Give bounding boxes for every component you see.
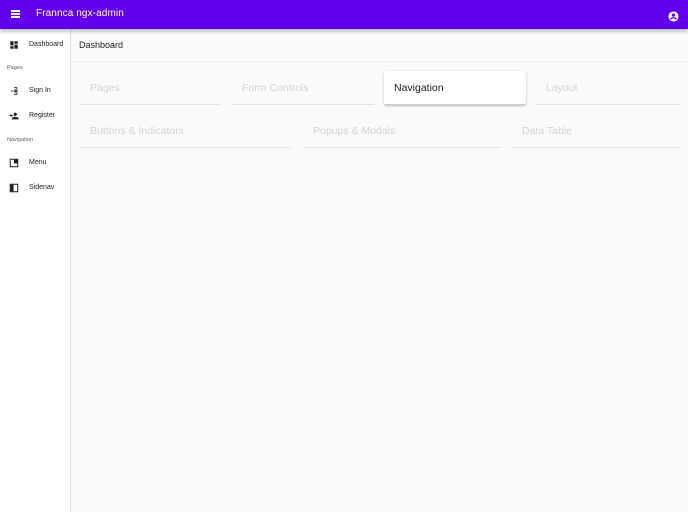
card-label: Buttons & Indicators — [90, 125, 184, 137]
card-label: Layout — [546, 82, 578, 94]
sidebar-item-label: Sidenav — [29, 184, 55, 191]
card-pages[interactable]: Pages — [80, 71, 221, 105]
sidenav-icon — [9, 183, 19, 193]
sidebar-item-dashboard[interactable]: Dashboard — [0, 35, 70, 55]
sidebar-item-sign-in[interactable]: Sign In — [0, 81, 70, 101]
page-title: Dashboard — [79, 40, 124, 50]
card-data-table[interactable]: Data Table — [512, 114, 679, 148]
sidebar-item-label: Menu — [29, 159, 47, 166]
card-label: Pages — [90, 82, 120, 94]
menu-icon[interactable] — [10, 8, 22, 20]
sidebar-item-label: Register — [29, 112, 56, 119]
menu-panel-icon — [9, 158, 19, 168]
card-layout[interactable]: Layout — [536, 71, 679, 105]
card-buttons-indicators[interactable]: Buttons & Indicators — [80, 114, 291, 148]
top-toolbar: Frannca ngx-admin — [0, 0, 688, 29]
card-form-controls[interactable]: Form Controls — [232, 71, 374, 105]
login-icon — [10, 87, 18, 95]
card-label: Popups & Modals — [313, 125, 396, 137]
sidebar-item-sidenav[interactable]: Sidenav — [0, 178, 70, 198]
nav-section-pages: Pages — [7, 65, 23, 71]
card-label: Navigation — [394, 82, 444, 94]
card-label: Form Controls — [242, 82, 309, 94]
card-label: Data Table — [522, 125, 573, 137]
nav-section-navigation: Navigation — [7, 137, 33, 143]
sidebar-item-label: Sign In — [29, 87, 51, 94]
dashboard-icon — [10, 41, 18, 49]
sidebar-item-menu[interactable]: Menu — [0, 153, 70, 173]
sidebar-item-label: Dashboard — [29, 41, 64, 48]
card-navigation[interactable]: Navigation — [384, 71, 526, 105]
sidenav: Dashboard Pages Sign In Register Navigat… — [0, 29, 71, 512]
card-popups-modals[interactable]: Popups & Modals — [303, 114, 500, 148]
app-title: Frannca ngx-admin — [36, 8, 124, 19]
divider — [71, 61, 688, 62]
account-circle-icon[interactable] — [668, 9, 679, 22]
main-content: Dashboard Pages Form Controls Navigation… — [71, 29, 688, 512]
sidebar-item-register[interactable]: Register — [0, 106, 70, 126]
person-add-icon — [9, 112, 19, 120]
